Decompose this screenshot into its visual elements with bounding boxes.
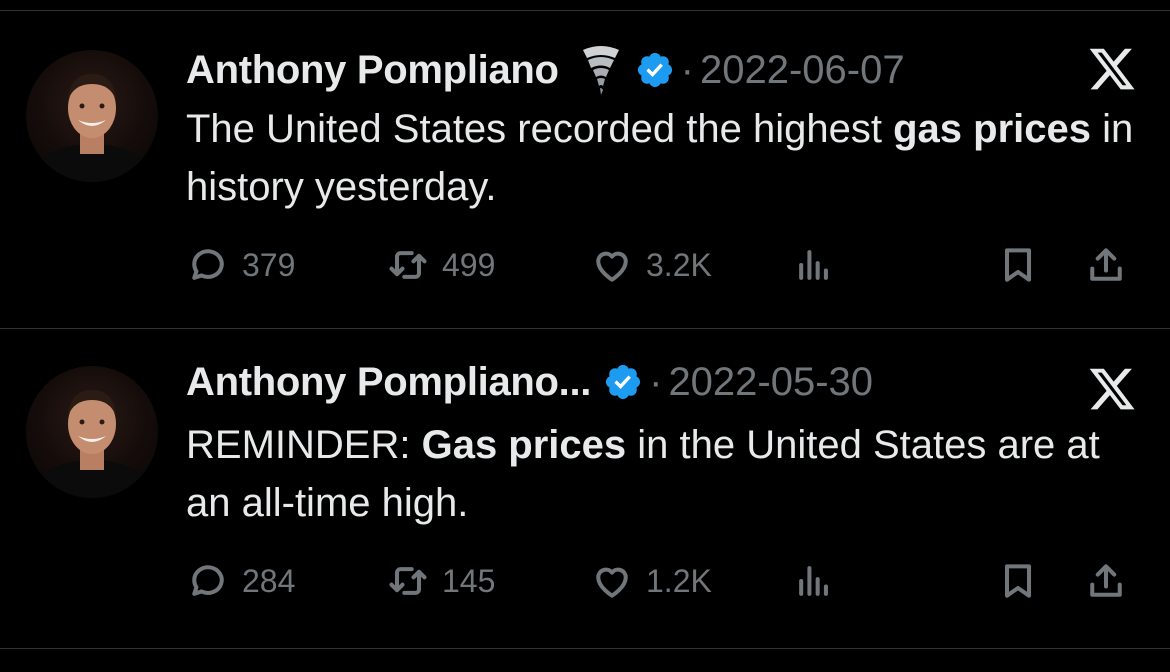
- retweet-button[interactable]: 499: [386, 240, 495, 290]
- tweet[interactable]: Anthony Pompliano · 2022-06-07 The Unite…: [0, 12, 1170, 330]
- views-icon: [799, 250, 828, 280]
- bookmark-icon: [1004, 564, 1032, 598]
- share-icon: [1090, 248, 1122, 281]
- verified-badge-icon: [637, 52, 672, 88]
- avatar[interactable]: [26, 366, 158, 498]
- like-button[interactable]: 1.2K: [590, 556, 712, 606]
- reply-count: 284: [242, 562, 296, 599]
- tornado-icon: [582, 46, 619, 95]
- tweet-divider: [0, 328, 1170, 329]
- reply-icon: [192, 249, 224, 280]
- tweet-header: Anthony Pompliano · 2022-06-07: [186, 42, 905, 98]
- retweet-count: 145: [442, 562, 496, 599]
- tweet-date[interactable]: 2022-05-30: [668, 360, 873, 405]
- display-name[interactable]: Anthony Pompliano...: [186, 360, 591, 405]
- top-divider: [0, 10, 1170, 11]
- tweet-feed: Anthony Pompliano · 2022-06-07 The Unite…: [0, 0, 1170, 672]
- views-button[interactable]: [792, 556, 836, 606]
- x-logo-icon[interactable]: [1086, 44, 1138, 94]
- tweet-date[interactable]: 2022-06-07: [700, 48, 905, 93]
- x-logo-icon[interactable]: [1086, 364, 1138, 414]
- tweet-text-pre: The United States recorded the highest: [186, 107, 894, 151]
- reply-button[interactable]: 284: [186, 556, 295, 606]
- separator-dot: ·: [649, 359, 663, 404]
- retweet-count: 499: [442, 246, 496, 283]
- retweet-icon: [389, 567, 427, 595]
- like-count: 3.2K: [646, 246, 712, 283]
- share-button[interactable]: [1084, 240, 1128, 290]
- bookmark-button[interactable]: [996, 240, 1040, 290]
- tweet-text-bold: Gas prices: [421, 423, 627, 467]
- verified-badge-icon: [606, 364, 641, 400]
- avatar[interactable]: [26, 50, 158, 182]
- tweet-text-bold: gas prices: [893, 107, 1091, 151]
- like-button[interactable]: 3.2K: [590, 240, 712, 290]
- tweet-actions: 284 145 1.2K: [186, 556, 1146, 606]
- bookmark-button[interactable]: [996, 556, 1040, 606]
- retweet-button[interactable]: 145: [386, 556, 495, 606]
- reply-button[interactable]: 379: [186, 240, 295, 290]
- like-count: 1.2K: [646, 562, 712, 599]
- display-name[interactable]: Anthony Pompliano: [186, 48, 559, 93]
- tweet-text: REMINDER: Gas prices in the United State…: [186, 416, 1146, 532]
- separator-dot: ·: [680, 47, 694, 92]
- like-icon: [596, 251, 628, 282]
- tweet-actions: 379 499 3.2K: [186, 240, 1146, 290]
- share-button[interactable]: [1084, 556, 1128, 606]
- bookmark-icon: [1004, 248, 1032, 282]
- tweet[interactable]: Anthony Pompliano... · 2022-05-30 REMIND…: [0, 330, 1170, 648]
- share-icon: [1090, 564, 1122, 597]
- retweet-icon: [389, 251, 427, 279]
- reply-icon: [192, 565, 224, 596]
- views-icon: [799, 566, 828, 596]
- like-icon: [596, 567, 628, 598]
- tweet-text: The United States recorded the highest g…: [186, 100, 1146, 216]
- bottom-divider: [0, 648, 1170, 649]
- views-button[interactable]: [792, 240, 836, 290]
- tweet-text-pre: REMINDER:: [186, 423, 422, 467]
- tweet-header: Anthony Pompliano... · 2022-05-30: [186, 354, 873, 410]
- reply-count: 379: [242, 246, 296, 283]
